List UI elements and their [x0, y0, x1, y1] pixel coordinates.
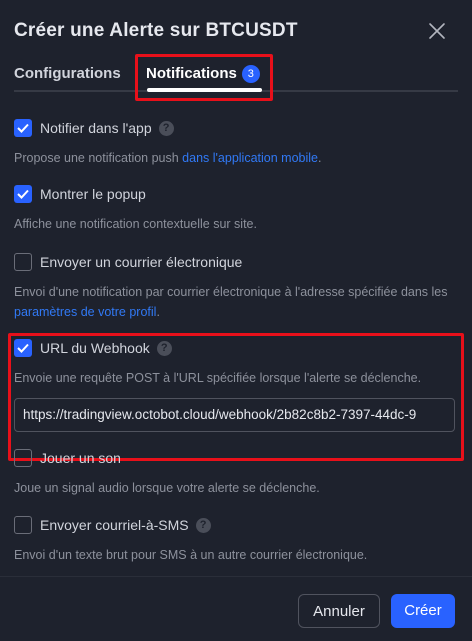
sound-label: Jouer un son	[40, 450, 121, 466]
app-notification-checkbox[interactable]	[14, 119, 32, 137]
email-description: Envoi d'une notification par courrier él…	[14, 285, 448, 319]
checkmark-icon	[17, 189, 29, 199]
email-label: Envoyer un courrier électronique	[40, 254, 243, 270]
option-email: Envoyer un courrier électronique Envoi d…	[14, 251, 458, 322]
popup-label: Montrer le popup	[40, 186, 146, 202]
profile-settings-link[interactable]: paramètres de votre profil	[14, 305, 156, 319]
close-icon[interactable]	[426, 20, 448, 42]
option-sms: Envoyer courriel-à-SMS ? Envoi d'un text…	[14, 514, 458, 565]
dialog-header: Créer une Alerte sur BTCUSDT	[14, 16, 458, 46]
sms-description: Envoi d'un texte brut pour SMS à un autr…	[14, 548, 368, 562]
app-notification-description: Propose une notification push dans l'app…	[14, 151, 322, 165]
option-app-notification: Notifier dans l'app ? Propose une notifi…	[14, 117, 458, 168]
highlight-box-tab	[135, 54, 273, 101]
popup-description: Affiche une notification contextuelle su…	[14, 217, 257, 231]
popup-checkbox[interactable]	[14, 185, 32, 203]
option-popup: Montrer le popup Affiche une notificatio…	[14, 183, 458, 234]
sound-checkbox[interactable]	[14, 449, 32, 467]
option-sound: Jouer un son Joue un signal audio lorsqu…	[14, 447, 458, 498]
help-icon[interactable]: ?	[158, 120, 174, 136]
create-button[interactable]: Créer	[391, 594, 455, 628]
footer-divider	[0, 576, 472, 577]
sound-description: Joue un signal audio lorsque votre alert…	[14, 481, 320, 495]
dialog-title: Créer une Alerte sur BTCUSDT	[14, 20, 298, 41]
tab-configurations[interactable]: Configurations	[14, 62, 121, 86]
sms-checkbox[interactable]	[14, 516, 32, 534]
sms-label: Envoyer courriel-à-SMS	[40, 517, 189, 533]
checkmark-icon	[17, 123, 29, 133]
cancel-button[interactable]: Annuler	[298, 594, 380, 628]
highlight-box-webhook	[8, 333, 464, 461]
mobile-app-link[interactable]: dans l'application mobile	[182, 151, 318, 165]
email-checkbox[interactable]	[14, 253, 32, 271]
help-icon[interactable]: ?	[195, 517, 211, 533]
app-notification-label: Notifier dans l'app	[40, 120, 152, 136]
